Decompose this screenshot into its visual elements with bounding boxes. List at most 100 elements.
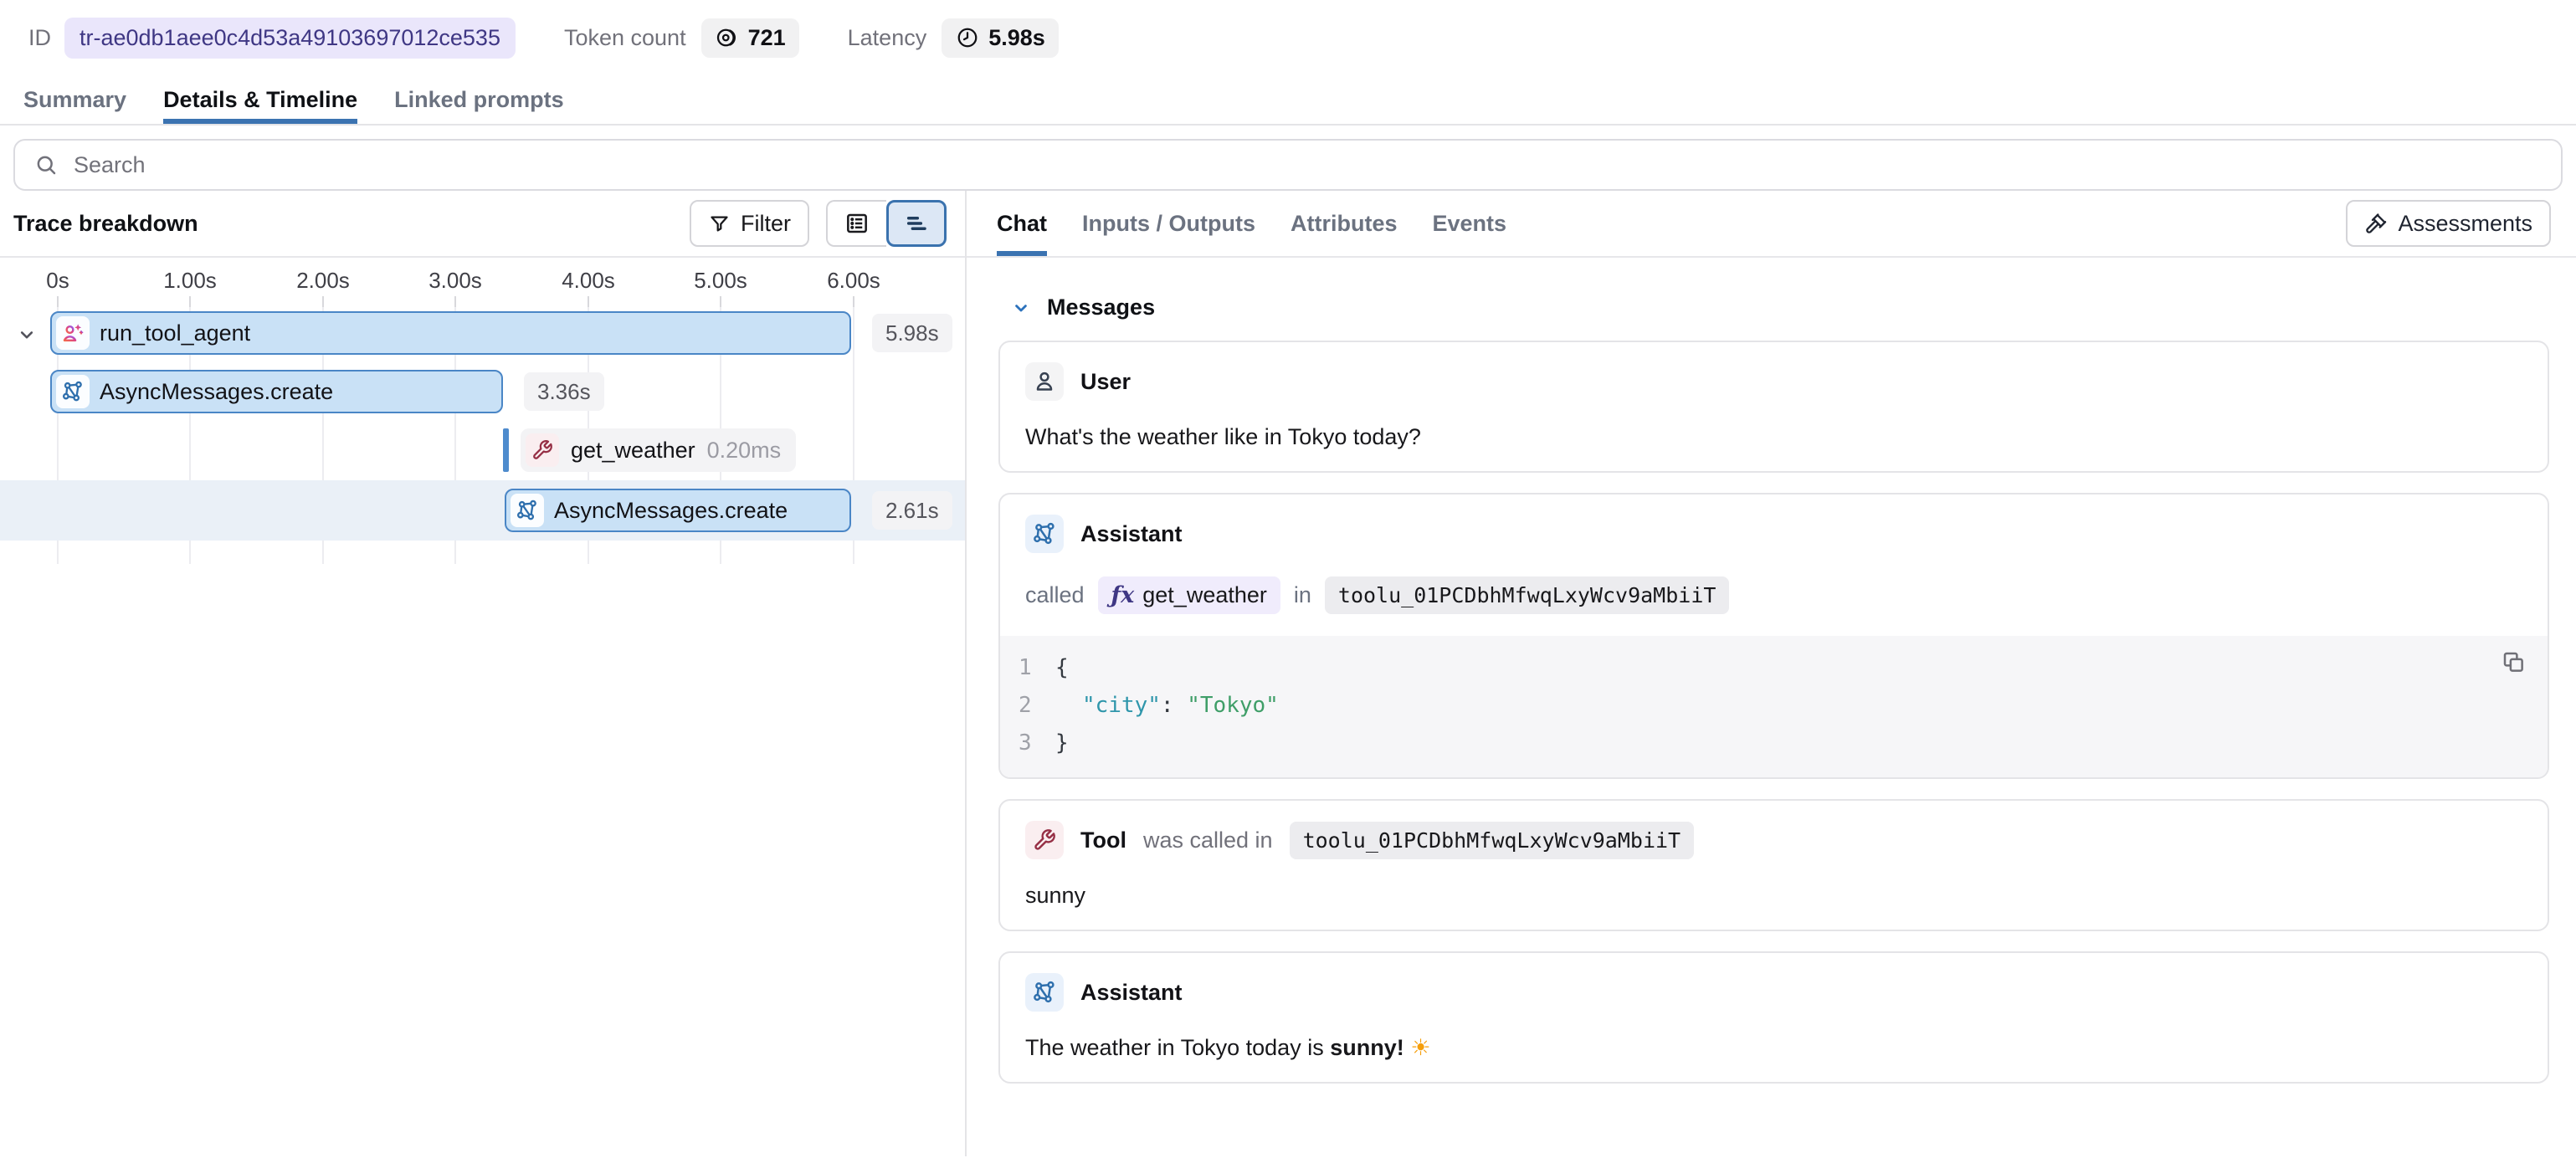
was-called-in-label: was called in	[1143, 828, 1273, 853]
axis-tick-label: 2.00s	[296, 268, 350, 294]
axis-tick-label: 0s	[46, 268, 69, 294]
messages-section-title: Messages	[1047, 295, 1155, 320]
tab-inputs-outputs[interactable]: Inputs / Outputs	[1082, 191, 1255, 256]
detail-tabs: Chat Inputs / Outputs Attributes Events	[997, 191, 1506, 256]
copy-icon[interactable]	[2501, 649, 2526, 674]
function-icon: ƒx	[1111, 582, 1135, 608]
trace-timeline: 0s 1.00s 2.00s 3.00s 4.00s 5.00s 6.00s	[0, 258, 965, 1156]
span-detail-panel: Chat Inputs / Outputs Attributes Events …	[967, 191, 2576, 1156]
trace-details-window: ID tr-ae0db1aee0c4d53a49103697012ce535 T…	[0, 0, 2576, 1156]
span-duration: 0.20ms	[707, 438, 782, 464]
chat-model-icon	[56, 375, 90, 408]
timeline-view-button[interactable]	[886, 200, 947, 247]
code-line: 2 "city": "Tokyo"	[1000, 687, 2548, 725]
tab-events[interactable]: Events	[1432, 191, 1506, 256]
in-label: in	[1294, 582, 1311, 608]
line-number: 1	[1019, 649, 1047, 687]
function-name: get_weather	[1142, 582, 1267, 608]
timeline-gantt-icon	[903, 210, 930, 237]
agent-icon	[56, 316, 90, 350]
message-role: Tool	[1080, 828, 1126, 853]
span-name: AsyncMessages.create	[100, 379, 333, 405]
tab-summary[interactable]: Summary	[23, 75, 126, 124]
view-mode-toggle	[826, 200, 947, 247]
message-body: What's the weather like in Tokyo today?	[1025, 423, 2522, 451]
message-card-user: User What's the weather like in Tokyo to…	[998, 341, 2549, 473]
message-card-assistant-tool-call: Assistant called ƒx get_weather in toolu…	[998, 493, 2549, 779]
sun-emoji: ☀	[1404, 1035, 1431, 1060]
span-name: run_tool_agent	[100, 320, 250, 346]
axis-tick	[588, 296, 589, 307]
wrench-icon	[526, 433, 559, 467]
trace-nav-tabs: Summary Details & Timeline Linked prompt…	[0, 75, 2576, 126]
tab-chat[interactable]: Chat	[997, 191, 1047, 256]
search-icon	[33, 152, 59, 177]
span-bar-async-messages-create-1[interactable]: AsyncMessages.create	[50, 370, 503, 413]
axis-tick	[454, 296, 456, 307]
trace-id-label: ID	[28, 25, 51, 51]
tool-use-id-badge: toolu_01PCDbhMfwqLxyWcv9aMbiiT	[1290, 822, 1695, 859]
search-bar	[13, 139, 2563, 191]
detail-list-icon	[844, 210, 870, 237]
message-role: Assistant	[1080, 521, 1183, 547]
message-card-tool: Tool was called in toolu_01PCDbhMfwqLxyW…	[998, 799, 2549, 931]
detail-list-view-button[interactable]	[826, 200, 886, 247]
messages-section-header[interactable]: Messages	[1010, 295, 2549, 320]
axis-tick	[720, 296, 721, 307]
axis-tick	[853, 296, 854, 307]
code-line: 1 {	[1000, 649, 2548, 687]
messages-chevron-down-icon	[1010, 297, 1032, 319]
user-icon	[1025, 362, 1064, 401]
trace-breakdown-panel: Trace breakdown Filter	[0, 191, 965, 1156]
latency-value: 5.98s	[988, 25, 1045, 51]
span-duration-badge: 3.36s	[524, 372, 604, 411]
assessments-button[interactable]: Assessments	[2346, 200, 2551, 247]
span-bar-async-messages-create-2[interactable]: AsyncMessages.create	[505, 489, 851, 532]
span-name: get_weather	[571, 438, 695, 464]
wrench-icon	[1025, 821, 1064, 859]
clock-icon	[955, 25, 980, 50]
message-body: The weather in Tokyo today is sunny! ☀	[1025, 1033, 2522, 1062]
filter-funnel-icon	[708, 213, 731, 235]
tab-attributes[interactable]: Attributes	[1291, 191, 1398, 256]
latency-label: Latency	[848, 25, 927, 51]
axis-tick-label: 4.00s	[562, 268, 615, 294]
axis-tick	[189, 296, 191, 307]
axis-tick-label: 6.00s	[827, 268, 880, 294]
span-duration-badge: 5.98s	[872, 314, 952, 352]
span-chip-get-weather[interactable]: get_weather 0.20ms	[521, 428, 796, 472]
called-label: called	[1025, 582, 1085, 608]
tokens-icon	[715, 25, 740, 50]
axis-tick-label: 5.00s	[694, 268, 747, 294]
trace-header-bar: ID tr-ae0db1aee0c4d53a49103697012ce535 T…	[0, 0, 2576, 75]
chat-model-icon	[1025, 973, 1064, 1012]
function-badge: ƒx get_weather	[1098, 576, 1280, 614]
latency-badge: 5.98s	[942, 18, 1059, 58]
message-body: sunny	[1025, 881, 2522, 909]
trace-id-badge[interactable]: tr-ae0db1aee0c4d53a49103697012ce535	[64, 18, 516, 59]
chat-model-icon	[1025, 515, 1064, 553]
message-role: User	[1080, 369, 1131, 395]
expander-chevron-down-icon[interactable]	[15, 323, 38, 346]
token-count-label: Token count	[564, 25, 686, 51]
token-count-badge: 721	[701, 18, 799, 58]
filter-button[interactable]: Filter	[690, 200, 809, 247]
chat-model-icon	[511, 494, 544, 527]
token-count-value: 721	[748, 25, 786, 51]
filter-button-label: Filter	[741, 211, 791, 237]
message-card-assistant-final: Assistant The weather in Tokyo today is …	[998, 951, 2549, 1084]
code-text: }	[1055, 725, 1069, 762]
tab-linked-prompts[interactable]: Linked prompts	[394, 75, 564, 124]
span-bar-run-tool-agent[interactable]: run_tool_agent	[50, 311, 851, 355]
search-input[interactable]	[74, 152, 2543, 178]
tool-call-arguments-code: 1 { 2 "city": "Tokyo" 3 }	[1000, 636, 2548, 777]
code-text: {	[1055, 649, 1069, 687]
code-line: 3 }	[1000, 725, 2548, 762]
axis-tick-label: 1.00s	[163, 268, 217, 294]
line-number: 3	[1019, 725, 1047, 762]
tab-details-timeline[interactable]: Details & Timeline	[163, 75, 357, 124]
span-bar-get-weather[interactable]	[503, 428, 509, 472]
message-role: Assistant	[1080, 980, 1183, 1006]
code-text: "city": "Tokyo"	[1055, 687, 1279, 725]
line-number: 2	[1019, 687, 1047, 725]
